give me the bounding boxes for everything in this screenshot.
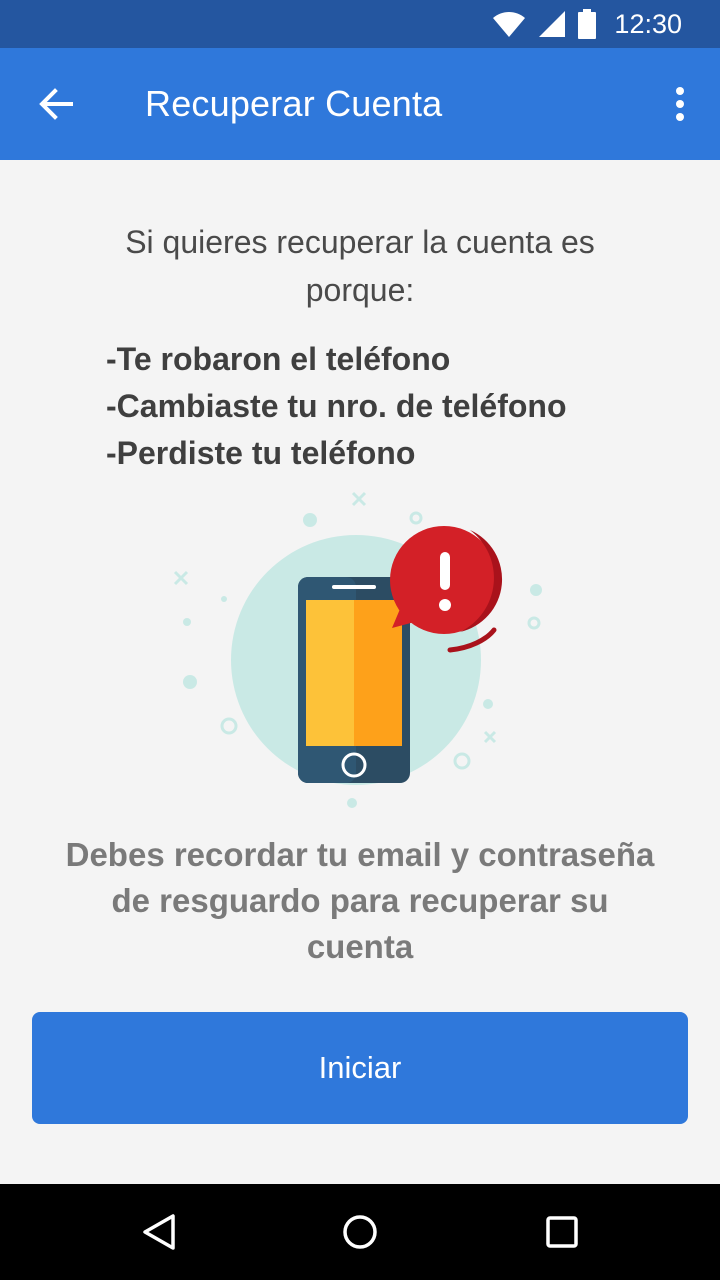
back-triangle-icon [143,1214,175,1250]
battery-icon [578,9,597,39]
back-button[interactable] [28,76,84,132]
overflow-menu-button[interactable] [660,76,700,132]
recovery-note: Debes recordar tu email y contraseña de … [65,836,655,965]
nav-back-button[interactable] [112,1184,208,1280]
nav-home-button[interactable] [312,1184,408,1280]
status-time: 12:30 [614,8,682,39]
more-vert-icon [676,87,684,121]
wifi-icon [493,12,526,37]
reasons-list: -Te robaron el teléfono -Cambiaste tu nr… [106,336,706,477]
phone-alert-icon [173,491,542,808]
home-circle-icon [343,1215,377,1249]
system-nav-bar [0,1184,720,1280]
reason-item: -Te robaron el teléfono [106,341,451,377]
intro-text: Si quieres recuperar la cuenta es porque… [125,224,595,308]
status-bar: 12:30 [0,0,720,48]
status-icons: 12:30 [492,0,682,48]
reason-item: -Cambiaste tu nro. de teléfono [106,388,567,424]
page-title: Recuperar Cuenta [145,83,443,124]
arrow-left-icon [39,88,73,120]
reason-item: -Perdiste tu teléfono [106,435,416,471]
start-button[interactable]: Iniciar [32,1012,688,1124]
recents-square-icon [546,1216,578,1248]
nav-recents-button[interactable] [514,1184,610,1280]
signal-icon [539,11,566,37]
app-bar: Recuperar Cuenta [0,48,720,160]
